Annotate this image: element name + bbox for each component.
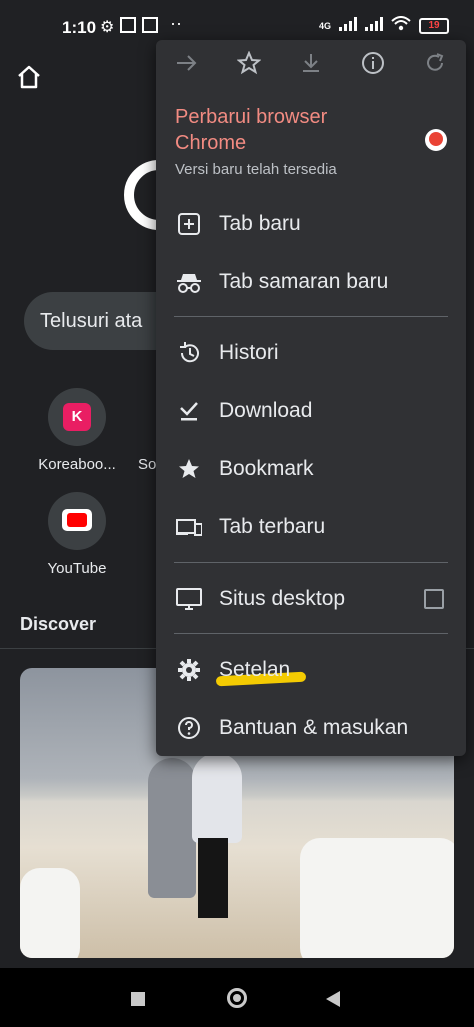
update-available-icon: [425, 129, 447, 151]
menu-item-label: Bantuan & masukan: [219, 716, 409, 739]
star-outline-icon: [237, 51, 261, 75]
menu-item-label: Situs desktop: [219, 587, 346, 610]
download-done-icon: [176, 398, 202, 424]
network-label: 4G: [318, 21, 331, 31]
youtube-icon: [62, 509, 92, 531]
menu-item-downloads[interactable]: Download: [156, 387, 466, 435]
app-notification-icon: [142, 17, 159, 33]
menu-item-recent-tabs[interactable]: Tab terbaru: [156, 503, 466, 551]
menu-item-settings[interactable]: Setelan: [156, 646, 466, 694]
incognito-icon: [176, 269, 202, 295]
menu-item-label: Download: [219, 399, 313, 422]
desktop-site-checkbox[interactable]: [424, 589, 444, 609]
shortcut-label: Koreaboo...: [38, 456, 116, 473]
menu-item-label: Tab baru: [219, 212, 301, 235]
more-notifications-icon: ··: [170, 13, 182, 33]
koreaboo-icon: K: [63, 403, 91, 431]
desktop-icon: [176, 586, 202, 612]
shortcut-icon-circle: K: [48, 388, 106, 446]
download-page-button[interactable]: [280, 40, 342, 86]
battery-icon: 19: [419, 18, 449, 34]
shortcut-label: So: [138, 456, 157, 473]
menu-item-bookmarks[interactable]: Bookmark: [156, 445, 466, 493]
status-time: 1:10: [62, 18, 97, 37]
home-nav-button[interactable]: [227, 988, 247, 1008]
status-right: 4G 19: [319, 16, 449, 36]
menu-item-new-tab[interactable]: Tab baru: [156, 200, 466, 248]
notification-icons: ⚙: [100, 17, 159, 37]
update-chrome-item[interactable]: Perbarui browser Chrome Versi baru telah…: [175, 104, 455, 178]
help-icon: [176, 715, 202, 741]
menu-separator: [174, 562, 448, 563]
discover-heading: Discover: [20, 614, 97, 634]
person-figure: [148, 758, 196, 898]
update-title: Perbarui browser Chrome: [175, 106, 328, 154]
chrome-overflow-menu: Perbarui browser Chrome Versi baru telah…: [156, 40, 466, 756]
person-figure: [192, 753, 242, 843]
shortcut-label: YouTube: [47, 560, 107, 577]
app-notification-icon: [120, 17, 137, 33]
sofa-shape: [300, 838, 454, 958]
add-box-icon: [176, 211, 202, 237]
shortcut-tile-youtube[interactable]: YouTube: [34, 492, 120, 577]
devices-icon: [176, 514, 202, 540]
wifi-icon: [391, 16, 411, 36]
menu-item-label: Histori: [219, 341, 279, 364]
bookmark-star-button[interactable]: [218, 40, 280, 86]
menu-item-help[interactable]: Bantuan & masukan: [156, 704, 466, 752]
back-button[interactable]: [326, 991, 340, 1007]
home-button[interactable]: [14, 62, 44, 92]
menu-item-label: Bookmark: [219, 457, 314, 480]
download-icon: [303, 54, 319, 72]
shortcut-tile-koreaboo[interactable]: K Koreaboo...: [34, 388, 120, 473]
menu-toolbar: [156, 40, 466, 86]
menu-item-incognito[interactable]: Tab samaran baru: [156, 258, 466, 306]
star-icon: [176, 456, 202, 482]
signal-icon: [339, 16, 357, 36]
search-placeholder: Telusuri ata: [40, 310, 143, 332]
menu-item-label: Tab samaran baru: [219, 270, 389, 293]
menu-separator: [174, 633, 448, 634]
reload-icon: [427, 53, 444, 71]
gear-icon: [176, 657, 202, 683]
sofa-shape: [20, 868, 80, 958]
update-subtitle: Versi baru telah tersedia: [175, 161, 337, 178]
menu-item-history[interactable]: Histori: [156, 329, 466, 377]
signal-icon: [365, 16, 383, 36]
home-icon: [18, 65, 40, 89]
forward-button[interactable]: [156, 40, 218, 86]
person-figure: [198, 838, 228, 918]
shortcut-tile-partial[interactable]: So: [138, 388, 158, 473]
forward-arrow-icon: [177, 55, 197, 71]
history-icon: [176, 340, 202, 366]
menu-separator: [174, 316, 448, 317]
reload-button[interactable]: [404, 40, 466, 86]
menu-item-label: Tab terbaru: [219, 515, 326, 538]
recent-apps-button[interactable]: [131, 992, 145, 1006]
page-info-button[interactable]: [342, 40, 404, 86]
menu-item-desktop-site[interactable]: Situs desktop: [156, 575, 466, 623]
shortcut-icon-circle: [48, 492, 106, 550]
menu-item-label: Setelan: [219, 658, 291, 681]
system-nav-bar: [0, 968, 474, 1027]
info-icon: [362, 52, 384, 74]
gear-icon: ⚙: [100, 19, 115, 36]
